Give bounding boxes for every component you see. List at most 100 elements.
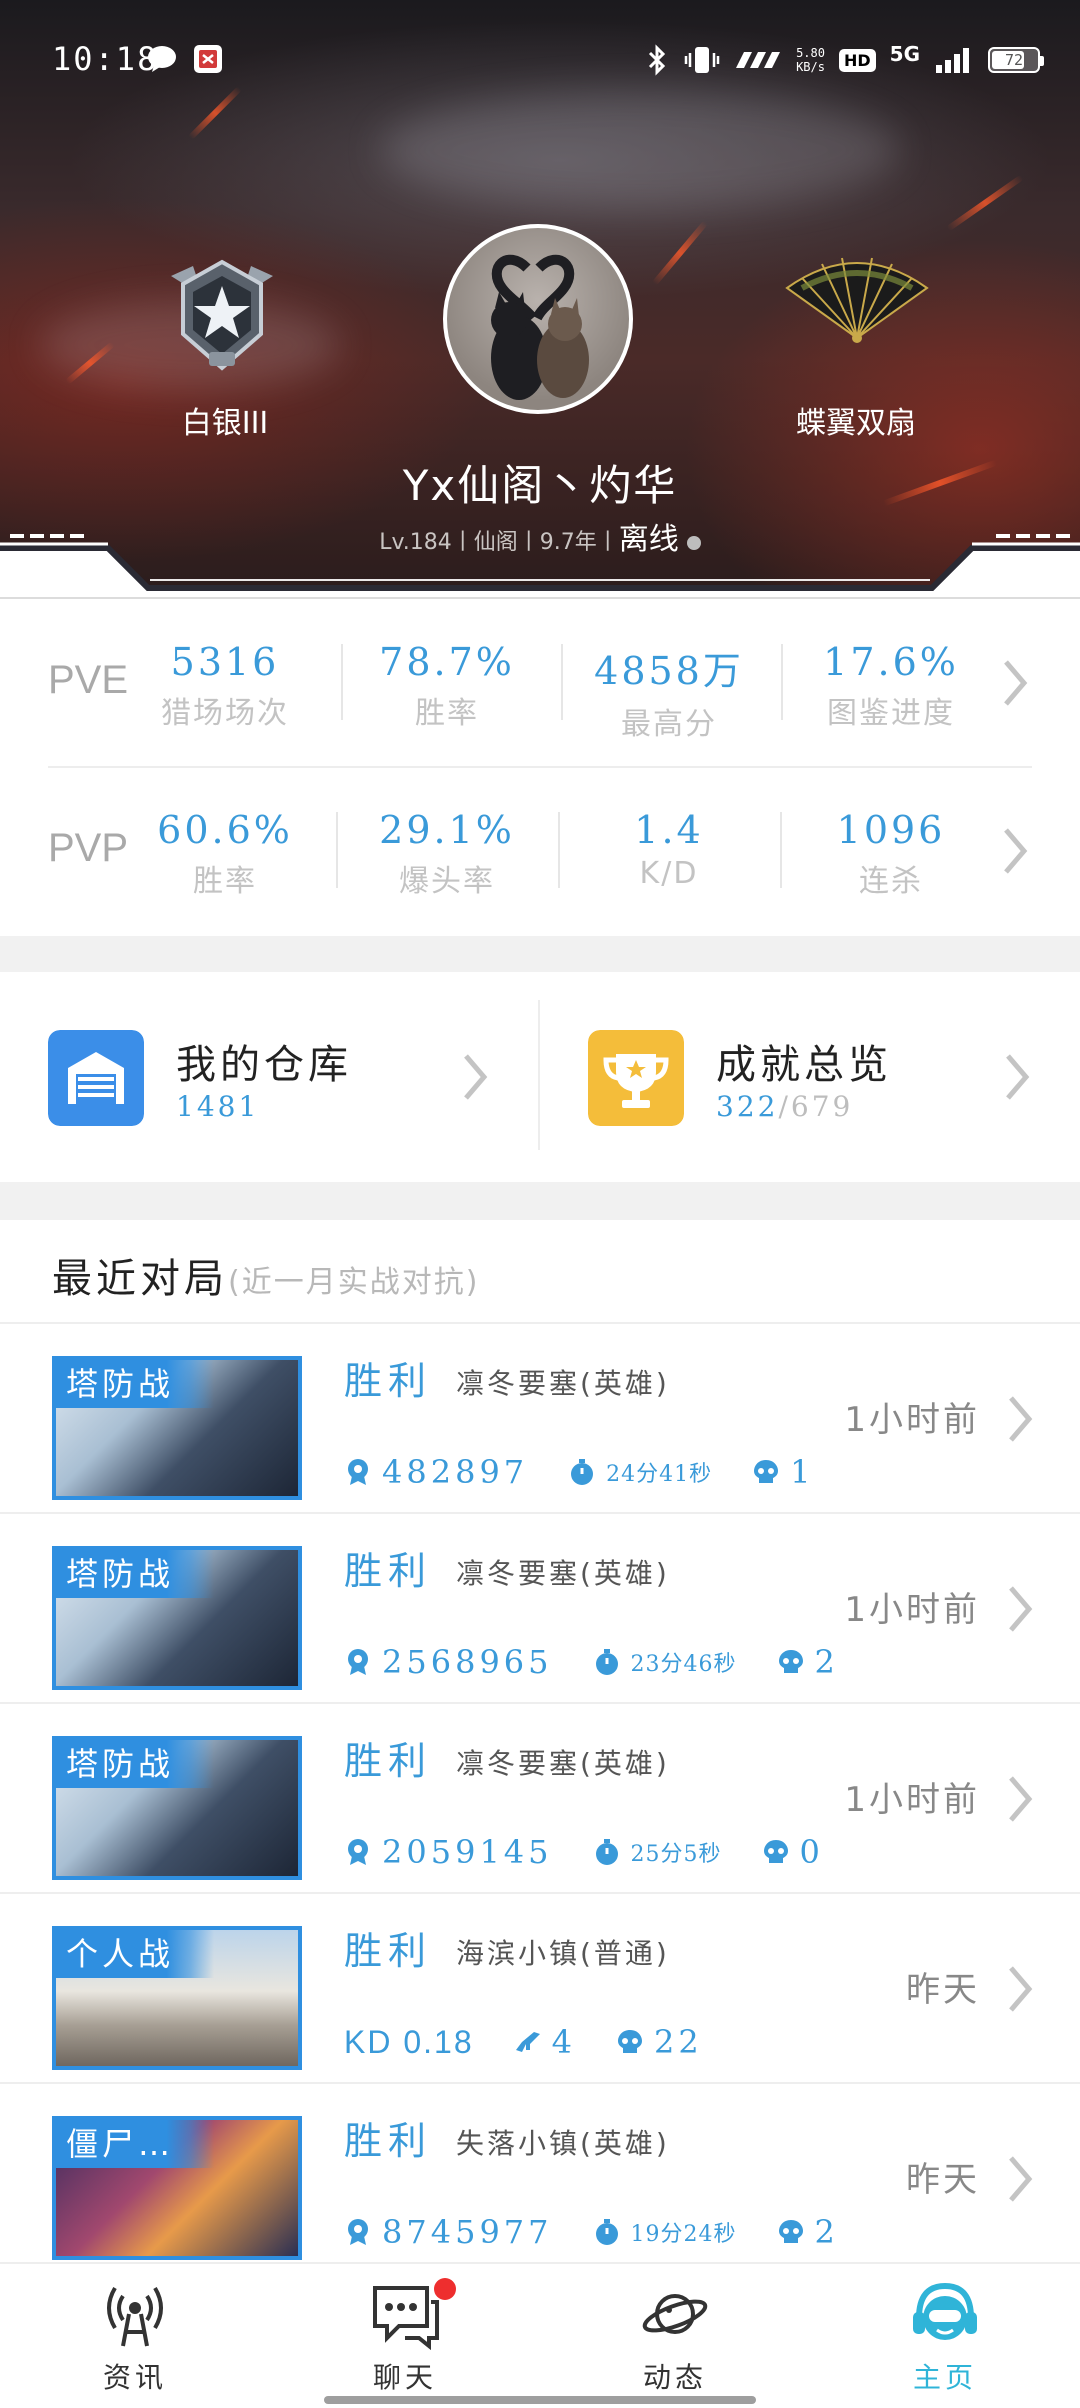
chevron-right-icon: [464, 1054, 488, 1100]
section-gap: [0, 1182, 1080, 1220]
home-indicator[interactable]: [324, 2396, 756, 2404]
match-time: 昨天: [906, 2160, 980, 2200]
match-mode-tag: 僵尸…: [56, 2120, 215, 2168]
nav-tab-chat[interactable]: 聊天: [270, 2264, 540, 2408]
hd-badge: HD: [838, 48, 876, 72]
match-result: 胜利: [344, 2119, 433, 2163]
chevron-right-icon: [1009, 1586, 1033, 1632]
score-medal-icon: [348, 1839, 368, 1865]
status-time: 10:18: [52, 40, 159, 78]
stat-value: 17.6%: [823, 640, 959, 684]
duration-metric: 24分41秒: [568, 1456, 712, 1488]
hero-spark: [651, 220, 709, 286]
battery-icon: 72: [988, 47, 1044, 73]
stat-label: 爆头率: [399, 864, 495, 899]
match-metrics: 2568965 23分46秒 2: [344, 1640, 879, 1684]
profile-hero-banner: 10:18 5.80 KB/s HD 5G 72 白银III 蝶翼双扇 Yx仙阁…: [0, 0, 1080, 600]
match-metrics: 482897 24分41秒 1: [344, 1450, 855, 1494]
rank-badge-icon[interactable]: [163, 256, 281, 374]
fan-weapon-icon[interactable]: [782, 248, 932, 348]
stat-value: 4858万: [594, 649, 744, 693]
stat-label: 连杀: [859, 864, 923, 899]
stat-label: 图鉴进度: [827, 696, 955, 731]
pvp-stats-row[interactable]: PVP 60.6% 胜率 29.1% 爆头率 1.4 K/D 1096 连杀: [0, 768, 1080, 934]
chevron-right-icon: [1004, 660, 1028, 706]
score-medal-icon: [348, 2219, 368, 2245]
score-value: 8745977: [382, 2213, 553, 2251]
stopwatch-icon: [595, 2219, 618, 2245]
vibrate-icon: [684, 47, 720, 73]
stopwatch-icon: [595, 1839, 618, 1865]
nav-label: 聊天: [372, 2361, 437, 2394]
duration-value: 23分46秒: [630, 1652, 737, 1677]
stat-label: 最高分: [621, 707, 717, 742]
pve-stat-highscore: 4858万 最高分: [558, 640, 780, 743]
match-mode-tag: 塔防战: [56, 1740, 215, 1788]
deaths-metric: 0: [762, 1833, 824, 1871]
status-icons: 5.80 KB/s HD 5G 72: [644, 40, 1044, 80]
pve-stats-row[interactable]: PVE 5316 猎场场次 78.7% 胜率 4858万 最高分 17.6% 图…: [0, 600, 1080, 766]
score-value: 482897: [382, 1453, 529, 1491]
match-row[interactable]: 塔防战 胜利 凛冬要塞(英雄) 1小时前 2568965 23分46秒 2: [0, 1514, 1080, 1704]
nickname: Yx仙阁丶灼华: [402, 461, 678, 510]
signal-bars-icon: [936, 48, 969, 73]
match-row[interactable]: 个人战 胜利 海滨小镇(普通) 昨天 KD 0.18 4 22: [0, 1894, 1080, 2084]
planet-icon: [642, 2294, 708, 2334]
recent-title: 最近对局(近一月实战对抗): [52, 1246, 479, 1304]
bottom-nav: 资讯 聊天 动态 主页: [0, 2262, 1080, 2408]
chevron-right-icon: [1009, 1966, 1033, 2012]
skull-icon: [778, 1650, 803, 1673]
recent-title-text: 最近对局: [52, 1256, 228, 1302]
stat-value: 5316: [170, 640, 280, 684]
score-medal-icon: [348, 1459, 368, 1485]
hotspot-icon: [736, 52, 781, 68]
gamer-headset-icon: [913, 2282, 977, 2340]
match-result: 胜利: [344, 1929, 433, 1973]
achievements-tile[interactable]: 成就总览 322/679: [540, 972, 1080, 1182]
match-row[interactable]: 僵尸… 胜利 失落小镇(英雄) 昨天 8745977 19分24秒 2: [0, 2084, 1080, 2274]
match-thumbnail: 僵尸…: [52, 2116, 302, 2260]
broadcast-tower-icon: [107, 2286, 163, 2347]
nav-tab-home[interactable]: 主页: [810, 2264, 1080, 2408]
rank-label: 白银III: [181, 406, 269, 441]
match-map: 海滨小镇(普通): [456, 1937, 670, 1970]
match-metrics: 8745977 19分24秒 2: [344, 2210, 879, 2254]
chevron-right-icon: [1006, 1054, 1030, 1100]
stopwatch-icon: [595, 1649, 618, 1675]
match-metrics: 2059145 25分5秒 0: [344, 1830, 864, 1874]
stats-card: PVE 5316 猎场场次 78.7% 胜率 4858万 最高分 17.6% 图…: [0, 600, 1080, 936]
nav-label: 主页: [912, 2361, 977, 2394]
nav-label: 动态: [642, 2361, 707, 2394]
match-thumbnail: 塔防战: [52, 1356, 302, 1500]
stat-label: 胜率: [193, 864, 257, 899]
deaths-value: 0: [799, 1833, 824, 1871]
match-row[interactable]: 塔防战 胜利 凛冬要塞(英雄) 1小时前 2059145 25分5秒 0: [0, 1704, 1080, 1894]
match-time: 1小时前: [844, 1400, 980, 1440]
trophy-icon: [588, 1030, 684, 1126]
skull-icon: [617, 2030, 642, 2053]
avatar[interactable]: [443, 224, 633, 414]
nav-tab-feed[interactable]: 动态: [540, 2264, 810, 2408]
battery-nub: [1040, 56, 1044, 66]
match-thumbnail: 塔防战: [52, 1736, 302, 1880]
stat-label: K/D: [639, 856, 699, 891]
stat-label: 猎场场次: [161, 696, 289, 731]
gun-icon: [515, 2032, 540, 2052]
stopwatch-icon: [571, 1459, 594, 1485]
match-row[interactable]: 塔防战 胜利 凛冬要塞(英雄) 1小时前 482897 24分41秒 1: [0, 1324, 1080, 1514]
match-thumbnail: 个人战: [52, 1926, 302, 2070]
achievements-total: /679: [778, 1090, 854, 1123]
nav-tab-news[interactable]: 资讯: [0, 2264, 270, 2408]
duration-value: 24分41秒: [606, 1462, 713, 1487]
chat-bubble-icon: [373, 2286, 439, 2350]
deaths-metric: 2: [777, 2213, 839, 2251]
deaths-value: 2: [814, 1643, 839, 1681]
match-thumbnail: 塔防战: [52, 1546, 302, 1690]
skull-icon: [763, 1840, 788, 1863]
match-map: 凛冬要塞(英雄): [456, 1367, 670, 1400]
hero-spark: [946, 174, 1024, 232]
match-time: 1小时前: [844, 1590, 980, 1630]
match-metrics: KD 0.18 4 22: [344, 2020, 743, 2064]
warehouse-tile[interactable]: 我的仓库 1481: [0, 972, 538, 1182]
deaths-value: 22: [653, 2023, 703, 2061]
